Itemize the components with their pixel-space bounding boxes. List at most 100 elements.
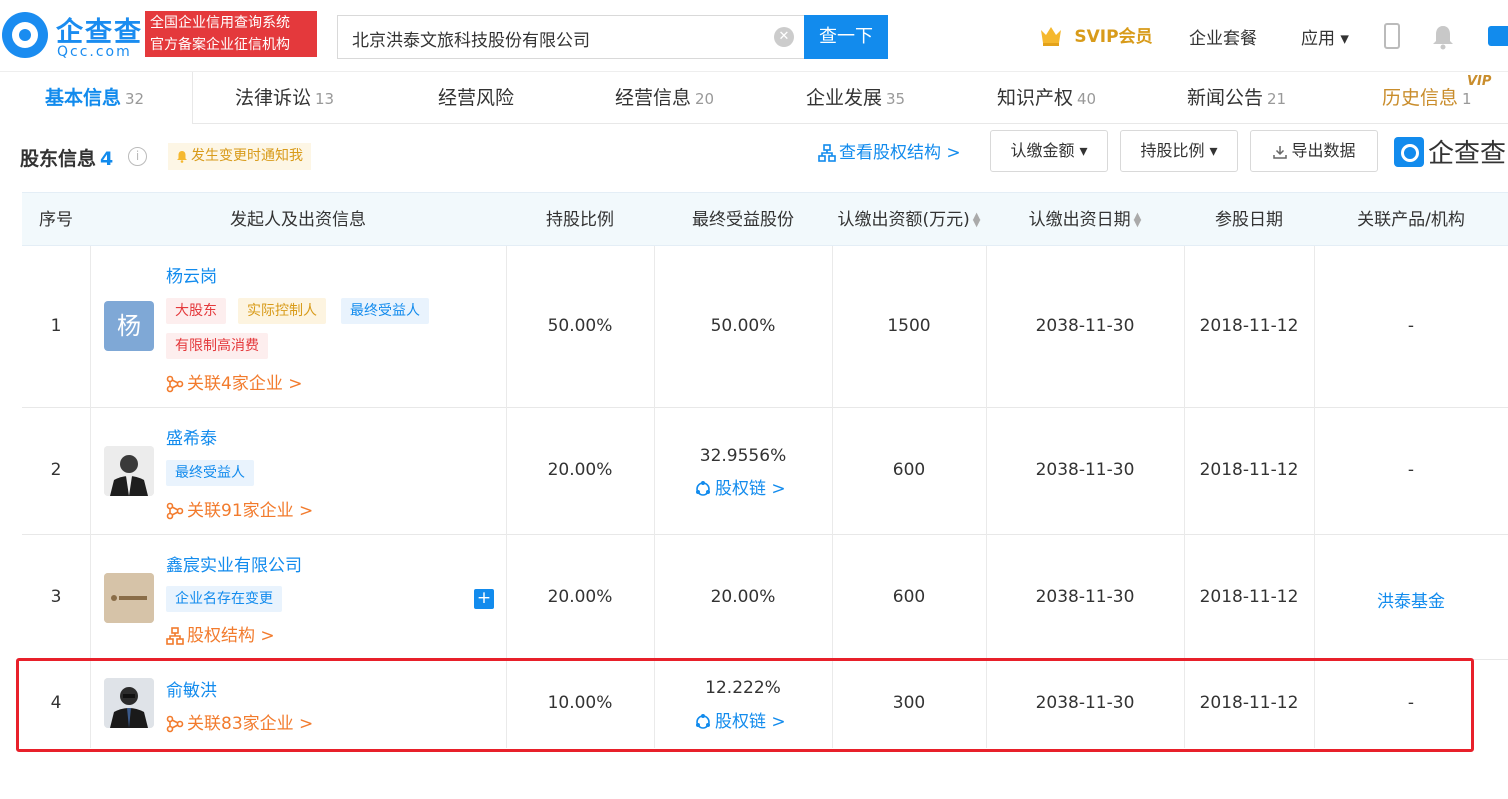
shareholder-name[interactable]: 盛希泰 (166, 424, 217, 449)
related-companies-link[interactable]: 关联4家企业 > (166, 369, 302, 394)
col-benefit: 最终受益股份 (692, 210, 794, 230)
logo-small-icon (1394, 136, 1424, 167)
sort-icon[interactable]: ▲ ▼ (1134, 212, 1142, 229)
tab-label: 经营信息 (615, 87, 692, 109)
tab-risk[interactable]: 经营风险 (438, 72, 514, 124)
sidebar-toggle[interactable] (1488, 26, 1508, 46)
shareholder-name[interactable]: 鑫宸实业有限公司 (166, 551, 302, 576)
shareholder-name[interactable]: 杨云岗 (166, 262, 217, 287)
table-row: 2 盛希泰 最终受益人 关联91家企业 > 20.00% 32.9556% 股权… (22, 408, 1508, 535)
section-count: 4 (100, 148, 114, 170)
tag-beneficiary: 最终受益人 (341, 298, 429, 324)
svip-link[interactable]: SVIP会员 (1039, 22, 1153, 50)
tab-count: 40 (1077, 90, 1097, 108)
crown-icon (1041, 26, 1061, 46)
info-icon[interactable]: i (128, 147, 147, 166)
svip-label: SVIP会员 (1074, 27, 1153, 47)
equity-chain-label: 股权链 > (715, 479, 786, 499)
cell-benefit: 50.00% (710, 316, 776, 336)
apps-menu[interactable]: 应用 ▾ (1301, 24, 1349, 49)
company-logo[interactable] (104, 573, 154, 623)
search-button[interactable]: 查一下 (804, 15, 888, 59)
equity-chain-link[interactable]: 股权链 > (694, 474, 786, 499)
table-row: 1 杨 杨云岗 大股东 实际控制人 最终受益人 有限制高消费 关联4家企业 > … (22, 246, 1508, 408)
tab-basic-info[interactable]: 基本信息 32 (45, 72, 144, 124)
notify-button[interactable]: 发生变更时通知我 (168, 143, 311, 170)
tag-consumption-limit[interactable]: 有限制高消费 (166, 333, 268, 359)
column-divider (654, 408, 655, 535)
cell-amount: 600 (892, 460, 926, 480)
row-no: 2 (50, 460, 62, 480)
row-no: 1 (50, 316, 62, 336)
amount-dropdown[interactable]: 认缴金额 ▾ (990, 130, 1108, 172)
tab-label: 法律诉讼 (235, 87, 312, 109)
tag-beneficiary: 最终受益人 (166, 460, 254, 486)
logo-domain: Qcc.com (57, 44, 132, 60)
search-input[interactable]: 北京洪泰文旅科技股份有限公司 ✕ (337, 15, 804, 59)
slogan-line-2: 官方备案企业征信机构 (150, 37, 290, 53)
table-row: 3 鑫宸实业有限公司 企业名存在变更 + 股权结构 > 20.00% 20.00… (22, 535, 1508, 660)
tab-news[interactable]: 新闻公告 21 (1187, 72, 1286, 124)
highlight-box (16, 658, 1474, 752)
clear-icon[interactable]: ✕ (774, 27, 794, 47)
column-divider (90, 535, 91, 660)
cell-related: - (1407, 460, 1415, 480)
equity-structure-label: 股权结构 > (187, 626, 275, 646)
tab-operation[interactable]: 经营信息 20 (615, 72, 714, 124)
tab-development[interactable]: 企业发展 35 (806, 72, 905, 124)
tab-ip[interactable]: 知识产权 40 (997, 72, 1096, 124)
vip-mark: VIP (1467, 74, 1492, 89)
sort-icon[interactable]: ▲ ▼ (973, 212, 981, 229)
equity-link-label: 查看股权结构 > (839, 143, 961, 163)
cell-join-date: 2018-11-12 (1199, 460, 1299, 480)
export-button[interactable]: 导出数据 (1250, 130, 1378, 172)
structure-icon (166, 627, 184, 645)
tab-history[interactable]: 历史信息 1 (1382, 72, 1472, 124)
related-product-link[interactable]: 洪泰基金 (1314, 587, 1508, 612)
package-link[interactable]: 企业套餐 (1189, 24, 1257, 49)
related-link-label: 关联4家企业 > (187, 374, 303, 394)
expand-plus-icon[interactable]: + (474, 589, 494, 609)
tab-label: 历史信息 (1382, 87, 1459, 109)
cell-date: 2038-11-30 (1035, 587, 1135, 607)
column-divider (90, 246, 91, 408)
tab-count: 21 (1267, 90, 1287, 108)
tag-name-change[interactable]: 企业名存在变更 (166, 586, 282, 612)
avatar[interactable] (104, 446, 154, 496)
company-logo-image (104, 573, 154, 623)
col-related: 关联产品/机构 (1357, 210, 1465, 230)
cell-date: 2038-11-30 (1035, 316, 1135, 336)
row-no: 3 (50, 587, 62, 607)
col-shareholder: 发起人及出资信息 (230, 210, 366, 230)
tab-count: 35 (886, 90, 906, 108)
avatar[interactable]: 杨 (104, 301, 154, 351)
bell-icon[interactable] (1431, 24, 1455, 50)
qcc-watermark-logo: 企查查 (1390, 133, 1506, 170)
col-amount[interactable]: 认缴出资额(万元) ▲ ▼ (832, 193, 986, 247)
cell-amount: 600 (892, 587, 926, 607)
equity-structure-link[interactable]: 股权结构 > (166, 621, 275, 646)
cell-ratio: 20.00% (547, 587, 613, 607)
slogan-badge: 全国企业信用查询系统 官方备案企业征信机构 (145, 11, 317, 57)
qcc-logo[interactable]: 企查查 Qcc.com (2, 10, 141, 62)
col-ratio: 持股比例 (546, 210, 614, 230)
tab-legal[interactable]: 法律诉讼 13 (235, 72, 334, 124)
col-date-label: 认缴出资日期 (1028, 210, 1131, 230)
relation-icon (166, 375, 184, 393)
related-companies-link[interactable]: 关联91家企业 > (166, 496, 313, 521)
section-title: 股东信息 4 (20, 144, 113, 171)
ratio-dropdown[interactable]: 持股比例 ▾ (1120, 130, 1238, 172)
tab-label: 知识产权 (997, 87, 1074, 109)
tab-count: 20 (695, 90, 715, 108)
notify-label: 发生变更时通知我 (191, 148, 303, 164)
search-query[interactable]: 北京洪泰文旅科技股份有限公司 (352, 26, 590, 51)
col-amount-label: 认缴出资额(万元) (837, 210, 970, 230)
col-join-date: 参股日期 (1215, 210, 1283, 230)
cell-related: - (1407, 316, 1415, 336)
export-label: 导出数据 (1291, 141, 1356, 160)
col-date[interactable]: 认缴出资日期 ▲ ▼ (986, 193, 1184, 247)
tab-count: 32 (125, 90, 145, 108)
phone-icon[interactable] (1384, 23, 1400, 49)
tab-label: 经营风险 (438, 87, 515, 109)
equity-structure-link[interactable]: 查看股权结构 > (818, 138, 961, 163)
